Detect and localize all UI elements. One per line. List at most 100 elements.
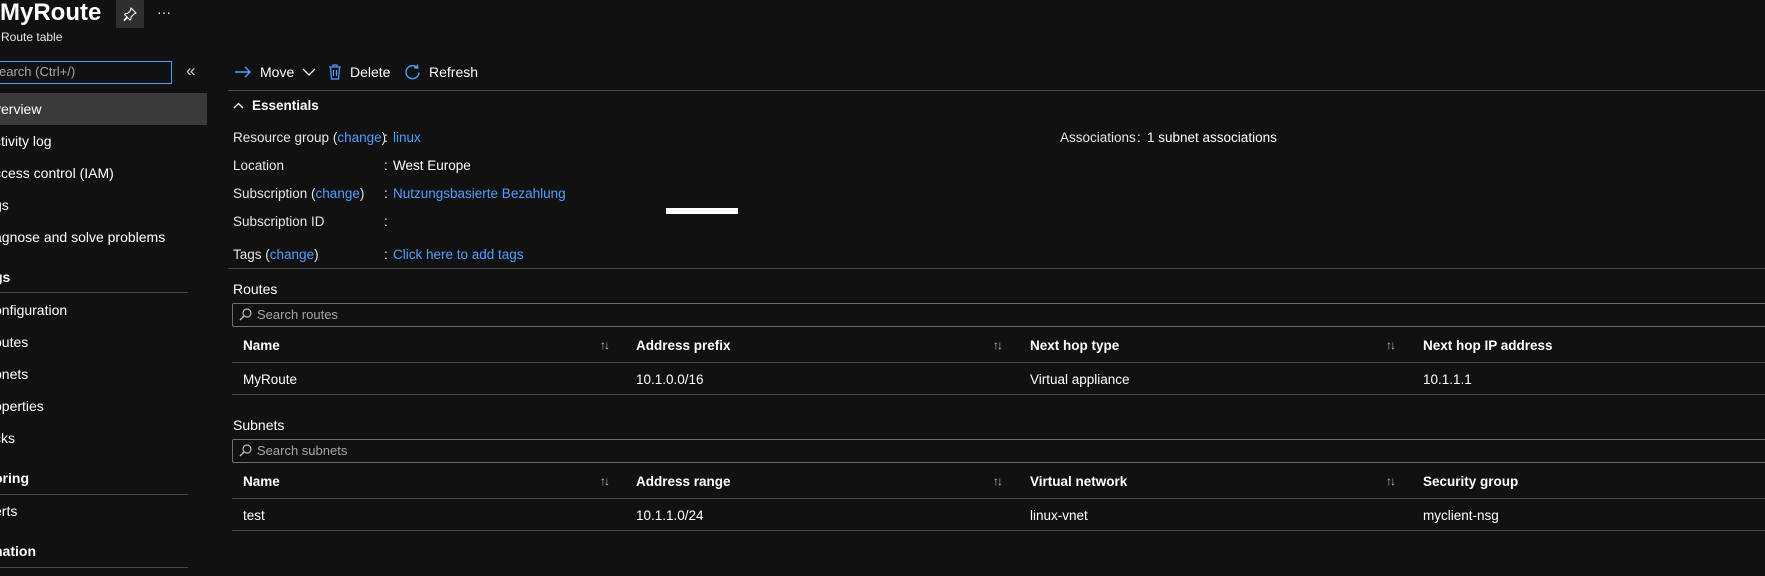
refresh-button[interactable]: Refresh	[404, 58, 478, 86]
sidebar-item-label: verview	[0, 101, 42, 117]
subnets-search-input[interactable]: Search subnets	[232, 439, 1765, 463]
sidebar-group-automation: nation	[0, 543, 36, 559]
colon: :	[384, 186, 388, 201]
sidebar-divider	[0, 292, 188, 293]
sidebar-item-label: operties	[0, 398, 44, 414]
colon: :	[384, 130, 388, 145]
colon: :	[1137, 130, 1141, 145]
subscription-change-link[interactable]: change	[316, 186, 360, 201]
sort-icon[interactable]: ↑↓	[993, 338, 1003, 352]
delete-button[interactable]: Delete	[328, 58, 390, 86]
resource-group-change-link[interactable]: change	[337, 130, 381, 145]
sidebar-item-configuration[interactable]: onfiguration	[0, 294, 207, 326]
subnet-name[interactable]: test	[243, 508, 265, 523]
more-options-button[interactable]: ···	[157, 4, 171, 20]
subnets-search-placeholder: Search subnets	[257, 443, 348, 458]
resource-group-link[interactable]: linux	[393, 130, 421, 145]
refresh-label: Refresh	[429, 64, 479, 80]
sidebar-item-properties[interactable]: operties	[0, 390, 207, 422]
sidebar-item-access-control[interactable]: ccess control (IAM)	[0, 157, 207, 189]
sidebar-item-overview[interactable]: verview	[0, 93, 207, 125]
sidebar-item-tags[interactable]: gs	[0, 189, 207, 221]
sidebar-item-activity-log[interactable]: ctivity log	[0, 125, 207, 157]
routes-col-name[interactable]: Name	[243, 338, 280, 353]
tags-change-link[interactable]: change	[270, 247, 314, 262]
associations-value: 1 subnet associations	[1147, 130, 1277, 145]
routes-search-input[interactable]: Search routes	[232, 303, 1765, 327]
sidebar-search-placeholder: earch (Ctrl+/)	[0, 64, 76, 79]
resource-group-label: Resource group (change)	[233, 130, 387, 145]
sidebar-item-label: agnose and solve problems	[0, 229, 166, 245]
toolbar-divider	[228, 90, 1765, 91]
pin-button[interactable]	[116, 0, 144, 28]
associations-label: Associations	[1060, 130, 1136, 145]
route-name[interactable]: MyRoute	[243, 372, 297, 387]
subnets-col-name[interactable]: Name	[243, 474, 280, 489]
essentials-title: Essentials	[252, 98, 319, 113]
sort-icon[interactable]: ↑↓	[600, 338, 610, 352]
subscription-label: Subscription (change)	[233, 186, 365, 201]
route-next-hop-ip: 10.1.1.1	[1423, 372, 1472, 387]
sidebar-item-label: onfiguration	[0, 302, 68, 318]
sort-icon[interactable]: ↑↓	[1386, 338, 1396, 352]
sidebar-item-subnets[interactable]: bnets	[0, 358, 207, 390]
routes-col-address-prefix[interactable]: Address prefix	[636, 338, 731, 353]
search-icon	[239, 308, 252, 321]
chevron-down-icon	[302, 68, 316, 76]
page-subtitle: Route table	[1, 30, 63, 44]
table-divider	[232, 394, 1765, 395]
sidebar-search-input[interactable]: earch (Ctrl+/)	[0, 61, 172, 84]
routes-col-next-hop-ip[interactable]: Next hop IP address	[1423, 338, 1553, 353]
sidebar-item-label: erts	[0, 503, 18, 519]
subnets-col-security-group[interactable]: Security group	[1423, 474, 1518, 489]
delete-label: Delete	[350, 64, 391, 80]
route-address-prefix: 10.1.0.0/16	[636, 372, 704, 387]
sidebar-group-monitoring: oring	[0, 470, 29, 486]
sidebar-collapse-button[interactable]: «	[186, 61, 195, 81]
sidebar-group-settings: gs	[0, 269, 11, 285]
sidebar-divider	[0, 567, 188, 568]
tags-label: Tags (change)	[233, 247, 319, 262]
subnets-col-address-range[interactable]: Address range	[636, 474, 731, 489]
sidebar-item-routes[interactable]: outes	[0, 326, 207, 358]
add-tags-link[interactable]: Click here to add tags	[393, 247, 524, 262]
arrow-right-icon	[235, 66, 251, 78]
search-icon	[239, 444, 252, 457]
move-label: Move	[260, 64, 295, 80]
sidebar-item-locks[interactable]: cks	[0, 422, 207, 454]
redaction-bar	[666, 208, 738, 214]
subscription-link[interactable]: Nutzungsbasierte Bezahlung	[393, 186, 566, 201]
sort-icon[interactable]: ↑↓	[993, 474, 1003, 488]
subnet-security-group: myclient-nsg	[1423, 508, 1499, 523]
table-divider	[232, 498, 1765, 499]
subnet-virtual-network: linux-vnet	[1030, 508, 1088, 523]
sidebar-item-alerts[interactable]: erts	[0, 495, 207, 527]
sort-icon[interactable]: ↑↓	[600, 474, 610, 488]
refresh-icon	[405, 63, 420, 79]
subscription-id-label: Subscription ID	[233, 214, 325, 229]
sidebar-item-label: outes	[0, 334, 29, 350]
sidebar-item-label: cks	[0, 430, 15, 446]
essentials-toggle[interactable]: Essentials	[233, 98, 319, 113]
pin-icon	[123, 7, 137, 21]
location-value: West Europe	[393, 158, 471, 173]
colon: :	[384, 247, 388, 262]
subnets-title: Subnets	[233, 417, 285, 433]
trash-icon	[329, 64, 341, 80]
subnets-col-virtual-network[interactable]: Virtual network	[1030, 474, 1127, 489]
sidebar-item-label: ccess control (IAM)	[0, 165, 114, 181]
colon: :	[384, 158, 388, 173]
colon: :	[384, 214, 388, 229]
chevron-up-icon	[233, 102, 244, 109]
routes-col-next-hop-type[interactable]: Next hop type	[1030, 338, 1119, 353]
page-title: MyRoute	[0, 0, 102, 26]
location-label: Location	[233, 158, 285, 173]
move-button[interactable]: Move	[234, 58, 316, 86]
sort-icon[interactable]: ↑↓	[1386, 474, 1396, 488]
sidebar-item-diagnose[interactable]: agnose and solve problems	[0, 221, 207, 253]
essentials-divider	[228, 268, 1765, 269]
table-divider	[232, 362, 1765, 363]
table-divider	[232, 530, 1765, 531]
routes-search-placeholder: Search routes	[257, 307, 338, 322]
sidebar-item-label: gs	[0, 197, 9, 213]
